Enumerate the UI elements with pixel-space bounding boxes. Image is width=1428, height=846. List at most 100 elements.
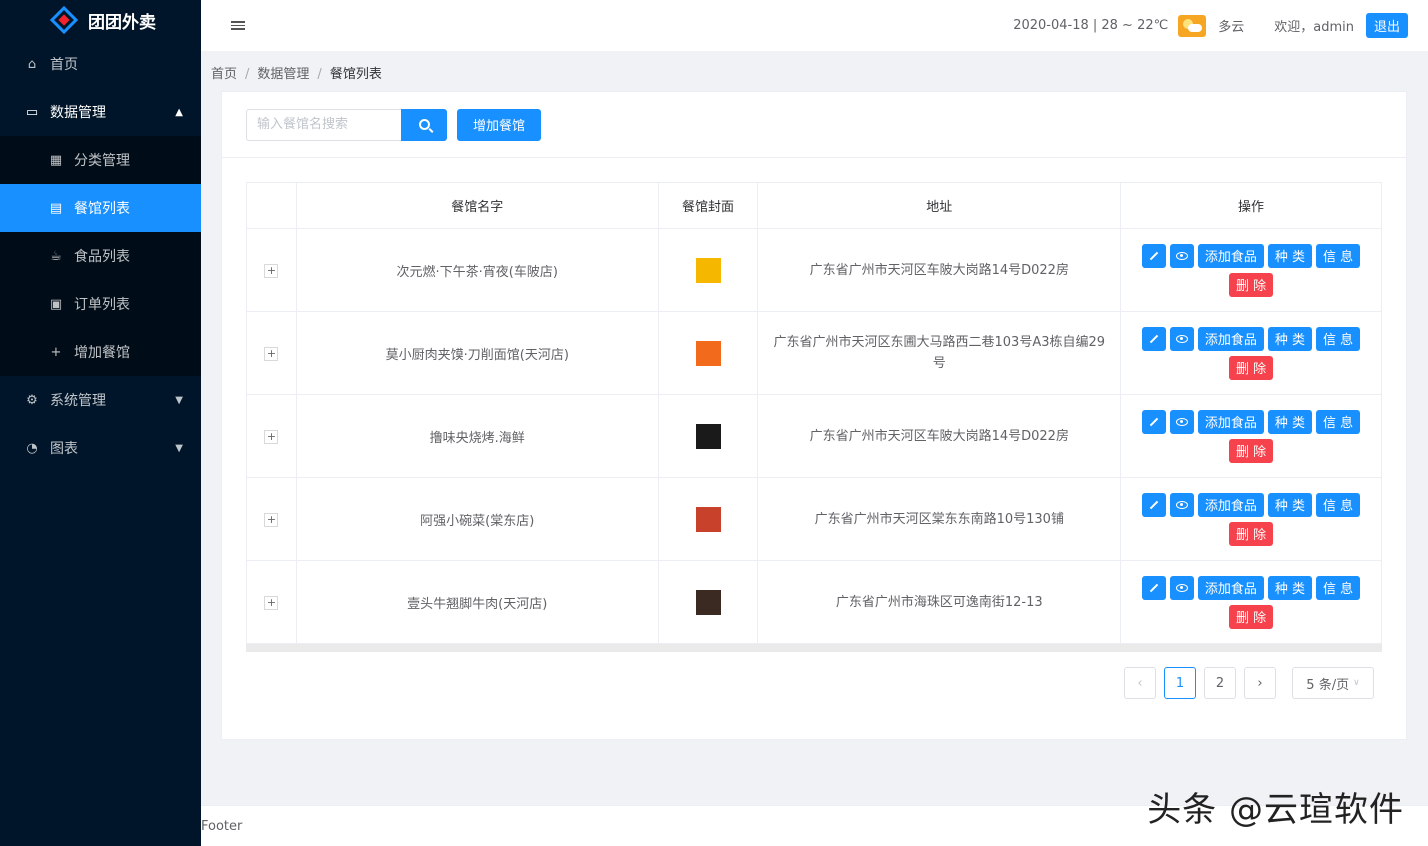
breadcrumb-data-management[interactable]: 数据管理 [257, 67, 309, 82]
delete-button[interactable]: 删 除 [1228, 521, 1274, 546]
table-row: + 壹头牛翘脚牛肉(天河店) 广东省广州市海珠区可逸南街12-13 添加食品 种… [246, 560, 1382, 644]
pencil-icon [1149, 500, 1159, 509]
restaurant-cover-image [695, 423, 721, 449]
delete-button[interactable]: 删 除 [1228, 604, 1274, 629]
category-button[interactable]: 种 类 [1267, 575, 1313, 600]
eye-icon [1175, 417, 1188, 426]
edit-button[interactable] [1141, 243, 1166, 268]
info-button[interactable]: 信 息 [1316, 409, 1361, 434]
top-header: 2020-04-18 | 28 ~ 22℃ 多云 欢迎，admin 退出 [201, 0, 1428, 51]
cover-cell [657, 228, 759, 312]
info-button[interactable]: 信 息 [1316, 243, 1361, 268]
sidebar-item-system-management[interactable]: ⚙ 系统管理 ▼ [0, 376, 201, 424]
sidebar-item-label: 订单列表 [74, 297, 130, 313]
table-row: + 莫小厨肉夹馍·刀削面馆(天河店) 广东省广州市天河区东圃大马路西二巷103号… [246, 311, 1382, 395]
view-button[interactable] [1169, 492, 1194, 517]
next-page-button[interactable]: › [1244, 667, 1276, 699]
view-button[interactable] [1169, 409, 1194, 434]
page-2-button[interactable]: 2 [1204, 667, 1236, 699]
expand-row-button[interactable]: + [264, 263, 279, 278]
watermark: 头条 @云瑄软件 [1147, 790, 1404, 830]
add-food-button[interactable]: 添加食品 [1197, 409, 1264, 434]
sidebar-item-label: 餐馆列表 [74, 201, 130, 217]
table-row: + 撸味央烧烤.海鲜 广东省广州市天河区车陂大岗路14号D022房 添加食品 种… [246, 394, 1382, 478]
add-food-button[interactable]: 添加食品 [1197, 492, 1264, 517]
delete-button[interactable]: 删 除 [1228, 272, 1274, 297]
toolbar: 增加餐馆 [222, 92, 1406, 158]
eye-icon [1175, 334, 1188, 343]
sidebar-item-food-list[interactable]: ☕ 食品列表 [0, 232, 201, 280]
category-button[interactable]: 种 类 [1267, 492, 1313, 517]
view-button[interactable] [1169, 575, 1194, 600]
horizontal-scrollbar[interactable] [246, 644, 1382, 652]
expand-row-button[interactable]: + [264, 429, 279, 444]
edit-button[interactable] [1141, 326, 1166, 351]
eye-icon [1175, 251, 1188, 260]
sidebar-item-restaurant-list[interactable]: ▤ 餐馆列表 [0, 184, 201, 232]
sidebar-item-charts[interactable]: ◔ 图表 ▼ [0, 424, 201, 472]
category-button[interactable]: 种 类 [1267, 243, 1313, 268]
info-button[interactable]: 信 息 [1316, 575, 1361, 600]
menu-fold-icon[interactable] [231, 21, 245, 30]
add-food-button[interactable]: 添加食品 [1197, 326, 1264, 351]
restaurant-name: 阿强小碗菜(棠东店) [295, 477, 659, 561]
restaurant-cover-image [695, 340, 721, 366]
add-food-button[interactable]: 添加食品 [1197, 243, 1264, 268]
chevron-up-icon: ▲ [175, 106, 183, 118]
breadcrumb-home[interactable]: 首页 [211, 67, 237, 82]
page-size-select[interactable]: 5 条/页 ∨ [1292, 667, 1374, 699]
grid-icon: ▦ [49, 152, 63, 168]
logo-icon [49, 5, 79, 35]
expand-row-button[interactable]: + [264, 595, 279, 610]
sidebar-item-label: 系统管理 [50, 393, 106, 409]
search-button[interactable] [401, 108, 447, 141]
app-logo[interactable]: 团团外卖 [0, 0, 201, 40]
sidebar-item-data-management[interactable]: ▭ 数据管理 ▲ [0, 88, 201, 136]
logout-button[interactable]: 退出 [1365, 13, 1408, 38]
search-group [246, 108, 447, 141]
cover-cell [657, 560, 759, 644]
add-restaurant-button[interactable]: 增加餐馆 [457, 108, 542, 141]
data-management-submenu: ▦ 分类管理 ▤ 餐馆列表 ☕ 食品列表 ▣ 订单列表 + 增加餐馆 [0, 136, 201, 376]
content-card: 增加餐馆 餐馆名字 餐馆封面 地址 操作 + 次元燃·下午茶·宵夜(车陂店) 广… [221, 91, 1407, 740]
search-input[interactable] [246, 108, 401, 141]
add-food-button[interactable]: 添加食品 [1197, 575, 1264, 600]
cup-icon: ☕ [50, 248, 62, 264]
actions-cell: 添加食品 种 类 信 息 删 除 [1120, 228, 1382, 312]
expand-cell: + [246, 228, 297, 312]
app-name: 团团外卖 [88, 12, 156, 33]
delete-button[interactable]: 删 除 [1228, 355, 1274, 380]
prev-page-button[interactable]: ‹ [1124, 667, 1156, 699]
sidebar-item-label: 食品列表 [74, 249, 130, 265]
expand-row-button[interactable]: + [264, 512, 279, 527]
actions-cell: 添加食品 种 类 信 息 删 除 [1120, 477, 1382, 561]
category-button[interactable]: 种 类 [1267, 409, 1313, 434]
sidebar-item-label: 图表 [50, 441, 78, 457]
list-icon: ▤ [49, 200, 63, 216]
sidebar-item-home[interactable]: ⌂ 首页 [0, 40, 201, 88]
gear-icon: ⚙ [26, 392, 38, 408]
page-1-button[interactable]: 1 [1164, 667, 1196, 699]
sidebar-item-category[interactable]: ▦ 分类管理 [0, 136, 201, 184]
edit-button[interactable] [1141, 409, 1166, 434]
column-header-actions: 操作 [1120, 182, 1382, 229]
actions-cell: 添加食品 种 类 信 息 删 除 [1120, 560, 1382, 644]
edit-button[interactable] [1141, 492, 1166, 517]
expand-row-button[interactable]: + [264, 346, 279, 361]
footer-text: Footer [201, 819, 243, 834]
restaurant-table: 餐馆名字 餐馆封面 地址 操作 + 次元燃·下午茶·宵夜(车陂店) 广东省广州市… [246, 182, 1382, 644]
partly-cloudy-icon [1178, 14, 1207, 37]
pencil-icon [1149, 334, 1159, 343]
view-button[interactable] [1169, 243, 1194, 268]
restaurant-address: 广东省广州市天河区棠东东南路10号130铺 [757, 477, 1122, 561]
expand-cell: + [246, 477, 297, 561]
sidebar-item-order-list[interactable]: ▣ 订单列表 [0, 280, 201, 328]
info-button[interactable]: 信 息 [1316, 326, 1361, 351]
info-button[interactable]: 信 息 [1316, 492, 1361, 517]
category-button[interactable]: 种 类 [1267, 326, 1313, 351]
edit-button[interactable] [1141, 575, 1166, 600]
delete-button[interactable]: 删 除 [1228, 438, 1274, 463]
sidebar-item-add-restaurant[interactable]: + 增加餐馆 [0, 328, 201, 376]
view-button[interactable] [1169, 326, 1194, 351]
column-header-address: 地址 [757, 182, 1122, 229]
